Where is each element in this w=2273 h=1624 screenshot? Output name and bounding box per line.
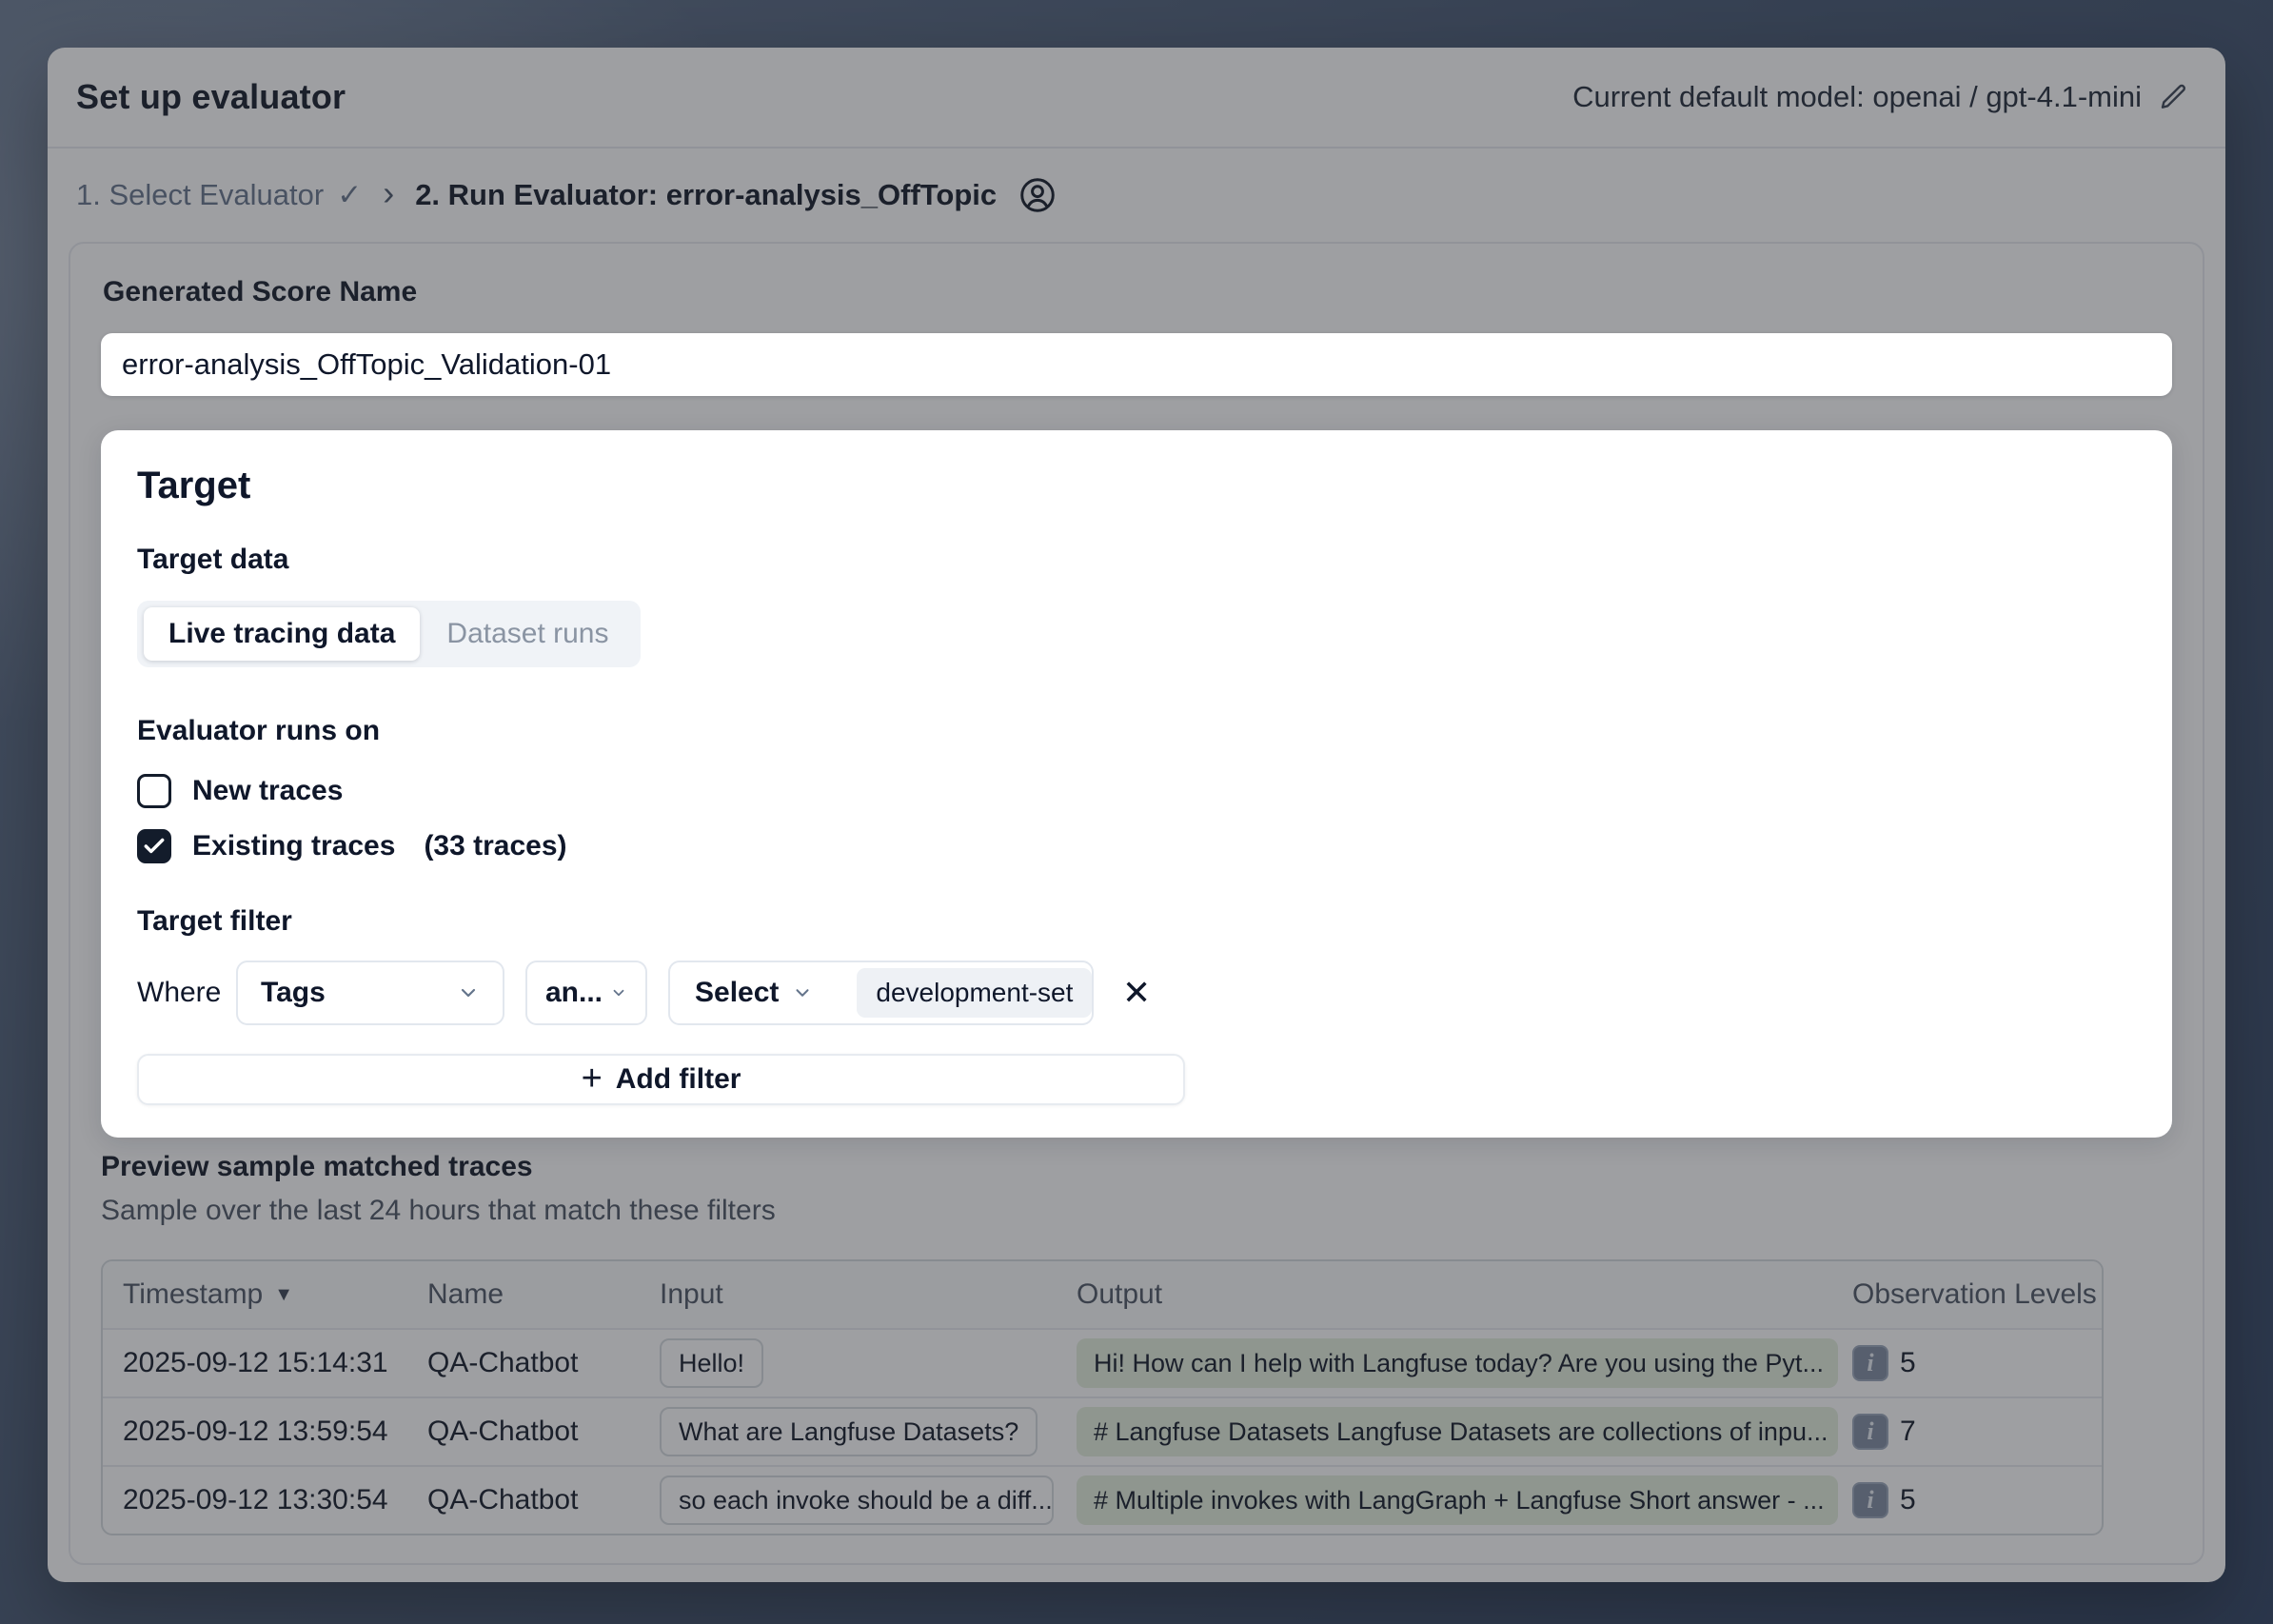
run-evaluator-form: Generated Score Name Target Target data …: [69, 242, 2204, 1565]
output-preview-chip[interactable]: # Multiple invokes with LangGraph + Lang…: [1077, 1475, 1838, 1525]
table-row[interactable]: 2025-09-12 13:30:54 QA-Chatbot so each i…: [103, 1465, 2102, 1534]
runs-on-options: New traces Existing traces (33 traces): [137, 766, 2136, 871]
filter-column-select[interactable]: Tags: [236, 961, 504, 1025]
chevron-down-icon: [792, 982, 813, 1003]
column-header-output: Output: [1077, 1278, 1852, 1311]
preview-title: Preview sample matched traces: [101, 1151, 2172, 1183]
breadcrumb-step-1-label: 1. Select Evaluator: [76, 178, 324, 212]
checkbox-row-new-traces[interactable]: New traces: [137, 766, 2136, 816]
edit-pencil-icon[interactable]: [2159, 82, 2189, 112]
input-preview-chip[interactable]: What are Langfuse Datasets?: [660, 1407, 1038, 1456]
existing-traces-count: (33 traces): [424, 830, 566, 862]
chevron-down-icon: [610, 984, 627, 1001]
cell-timestamp: 2025-09-12 13:30:54: [103, 1484, 427, 1516]
filter-value-chip[interactable]: development-set: [857, 968, 1092, 1018]
info-level-icon: i: [1852, 1482, 1888, 1518]
dialog-header: Set up evaluator Current default model: …: [48, 48, 2225, 149]
info-level-icon: i: [1852, 1414, 1888, 1450]
cell-name: QA-Chatbot: [427, 1347, 660, 1379]
observation-level-count: 5: [1900, 1347, 1916, 1379]
info-level-icon: i: [1852, 1345, 1888, 1381]
remove-filter-button[interactable]: ✕: [1122, 976, 1151, 1010]
close-icon: ✕: [1122, 973, 1151, 1012]
preview-subtitle: Sample over the last 24 hours that match…: [101, 1195, 2172, 1227]
target-data-label: Target data: [137, 544, 2136, 576]
breadcrumb-step-select-evaluator[interactable]: 1. Select Evaluator ✓: [76, 178, 362, 212]
target-card: Target Target data Live tracing data Dat…: [101, 430, 2172, 1138]
cell-name: QA-Chatbot: [427, 1484, 660, 1516]
cell-timestamp: 2025-09-12 13:59:54: [103, 1416, 427, 1448]
column-header-timestamp-label: Timestamp: [123, 1278, 263, 1311]
filter-value-select[interactable]: Select development-set: [668, 961, 1094, 1025]
observation-level-count: 7: [1900, 1416, 1916, 1448]
table-row[interactable]: 2025-09-12 15:14:31 QA-Chatbot Hello! Hi…: [103, 1328, 2102, 1396]
breadcrumb: 1. Select Evaluator ✓ › 2. Run Evaluator…: [48, 149, 2225, 242]
preview-table: Timestamp ▼ Name Input Output Observatio…: [101, 1259, 2104, 1535]
checkbox-new-traces-label: New traces: [192, 775, 343, 807]
score-name-input[interactable]: [101, 333, 2172, 396]
chevron-right-icon: ›: [383, 176, 394, 210]
check-icon: ✓: [337, 178, 362, 212]
cell-name: QA-Chatbot: [427, 1416, 660, 1448]
column-header-observation-levels: Observation Levels: [1852, 1278, 2102, 1311]
checkbox-new-traces[interactable]: [137, 774, 171, 808]
column-header-name: Name: [427, 1278, 660, 1311]
checkbox-existing-traces[interactable]: [137, 829, 171, 863]
user-icon: [1018, 175, 1057, 215]
plus-icon: +: [582, 1060, 603, 1097]
filter-value-placeholder: Select: [695, 977, 779, 1009]
setup-evaluator-dialog: Set up evaluator Current default model: …: [48, 48, 2225, 1582]
sort-desc-icon: ▼: [274, 1284, 293, 1306]
table-header-row: Timestamp ▼ Name Input Output Observatio…: [103, 1261, 2102, 1328]
input-preview-chip[interactable]: Hello!: [660, 1338, 763, 1388]
add-filter-button[interactable]: + Add filter: [137, 1054, 1185, 1105]
output-preview-chip[interactable]: Hi! How can I help with Langfuse today? …: [1077, 1338, 1838, 1388]
default-model-label: Current default model: openai / gpt-4.1-…: [1572, 80, 2142, 114]
cell-timestamp: 2025-09-12 15:14:31: [103, 1347, 427, 1379]
chevron-down-icon: [457, 981, 480, 1004]
output-preview-chip[interactable]: # Langfuse Datasets Langfuse Datasets ar…: [1077, 1407, 1838, 1456]
filter-column-value: Tags: [261, 977, 326, 1009]
target-data-toggle: Live tracing data Dataset runs: [137, 601, 641, 667]
table-row[interactable]: 2025-09-12 13:59:54 QA-Chatbot What are …: [103, 1396, 2102, 1465]
evaluator-runs-on-label: Evaluator runs on: [137, 715, 2136, 747]
checkbox-existing-traces-label: Existing traces: [192, 830, 395, 862]
default-model: Current default model: openai / gpt-4.1-…: [1572, 80, 2189, 114]
tab-dataset-runs[interactable]: Dataset runs: [422, 607, 633, 661]
column-header-input: Input: [660, 1278, 1077, 1311]
input-preview-chip[interactable]: so each invoke should be a diff...: [660, 1475, 1054, 1525]
filter-operator-value: an...: [545, 977, 603, 1009]
filter-where-label: Where: [137, 977, 221, 1009]
add-filter-label: Add filter: [616, 1063, 741, 1096]
target-title: Target: [137, 465, 2136, 507]
filter-row: Where Tags an... Select: [137, 961, 2136, 1025]
target-filter-label: Target filter: [137, 905, 2136, 938]
breadcrumb-step-run-evaluator: 2. Run Evaluator: error-analysis_OffTopi…: [415, 178, 997, 212]
column-header-timestamp[interactable]: Timestamp ▼: [103, 1278, 427, 1311]
filter-operator-select[interactable]: an...: [525, 961, 647, 1025]
score-name-label: Generated Score Name: [103, 276, 2172, 308]
observation-level-count: 5: [1900, 1484, 1916, 1516]
page-title: Set up evaluator: [76, 77, 346, 117]
tab-live-tracing-data[interactable]: Live tracing data: [144, 607, 420, 661]
screen: Set up evaluator Current default model: …: [0, 0, 2273, 1624]
checkbox-row-existing-traces[interactable]: Existing traces (33 traces): [137, 822, 2136, 871]
